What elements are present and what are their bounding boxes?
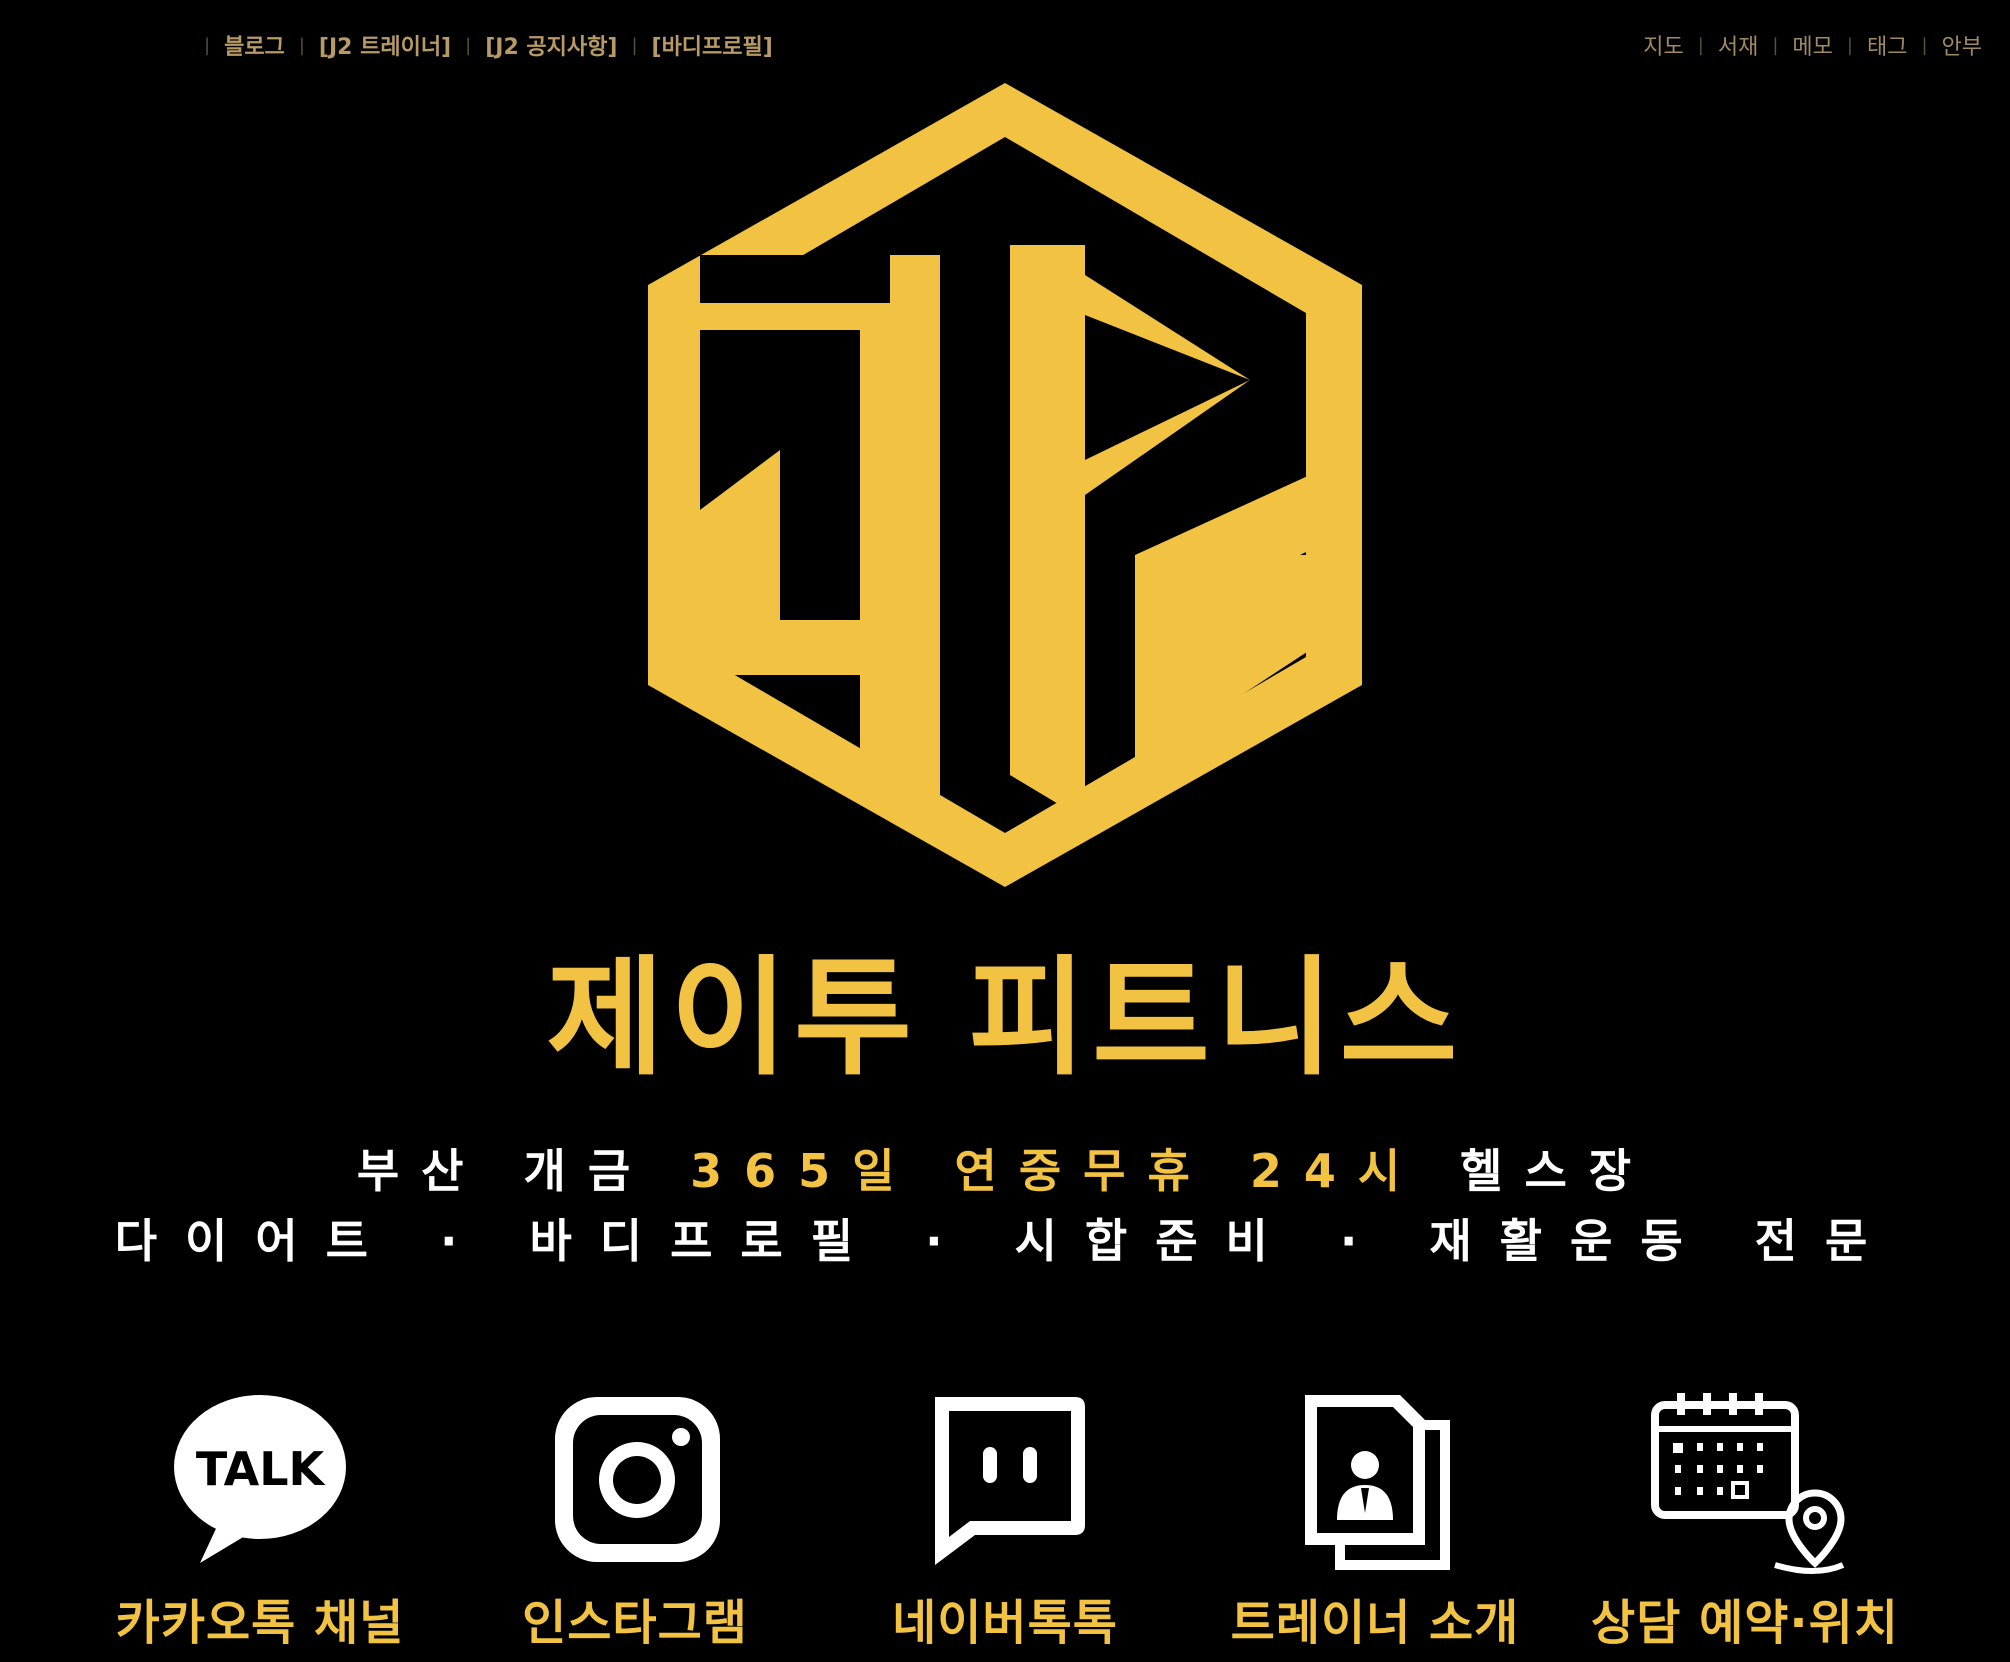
tagline-highlight: 365일 연중무휴 24시	[690, 1144, 1423, 1198]
nav-separator: |	[1921, 34, 1928, 56]
naver-talktalk-link[interactable]: 네이버톡톡	[845, 1385, 1165, 1655]
top-nav-right: 지도 | 서재 | 메모 | 태그 | 안부	[1643, 29, 1982, 61]
nav-separator: |	[298, 34, 305, 56]
top-nav-left: | 블로그 | [J2 트레이너] | [J2 공지사항] | [바디프로필]	[190, 29, 773, 61]
trainer-intro-label: 트레이너 소개	[1230, 1595, 1520, 1651]
quick-links: TALK 카카오톡 채널 인스타그램 네이버톡톡 트레이너 소개 상담 예약·위…	[0, 1385, 2010, 1655]
consult-reservation-location-link[interactable]: 상담 예약·위치	[1585, 1385, 1905, 1655]
nav-link-blog[interactable]: 블로그	[224, 29, 285, 61]
calendar-location-icon	[1651, 1393, 1845, 1574]
tagline-type: 헬스장	[1422, 1144, 1654, 1198]
instagram-icon	[555, 1397, 720, 1562]
j2-logo	[640, 75, 1370, 895]
nav-separator: |	[204, 34, 211, 56]
kakaotalk-icon-text: TALK	[196, 1442, 327, 1496]
kakaotalk-icon: TALK	[174, 1395, 346, 1563]
profile-document-icon	[1305, 1395, 1450, 1570]
naver-talktalk-label: 네이버톡톡	[892, 1595, 1118, 1651]
nav-link-memo[interactable]: 메모	[1792, 29, 1832, 61]
tagline-location: 부산 개금	[356, 1144, 691, 1198]
nav-separator: |	[1697, 34, 1704, 56]
tagline-specialties: 다이어트 · 바디프로필 · 시합준비 · 재활운동 전문	[114, 1214, 1896, 1268]
instagram-label: 인스타그램	[522, 1595, 748, 1651]
nav-separator: |	[1772, 34, 1779, 56]
nav-link-library[interactable]: 서재	[1718, 29, 1758, 61]
consult-reservation-location-label: 상담 예약·위치	[1591, 1595, 1899, 1651]
nav-link-j2-notice[interactable]: [J2 공지사항]	[485, 29, 617, 61]
nav-separator: |	[465, 34, 472, 56]
trainer-intro-link[interactable]: 트레이너 소개	[1215, 1385, 1535, 1655]
nav-link-guestbook[interactable]: 안부	[1942, 29, 1982, 61]
nav-link-tag[interactable]: 태그	[1867, 29, 1907, 61]
kakaotalk-channel-label: 카카오톡 채널	[115, 1595, 405, 1651]
tagline-primary: 부산 개금 365일 연중무휴 24시 헬스장	[0, 1148, 2010, 1194]
kakaotalk-channel-link[interactable]: TALK 카카오톡 채널	[100, 1385, 420, 1655]
instagram-link[interactable]: 인스타그램	[475, 1385, 795, 1655]
nav-link-body-profile[interactable]: [바디프로필]	[652, 29, 773, 61]
nav-separator: |	[631, 34, 638, 56]
j2-hexagon-logo-icon	[648, 83, 1362, 887]
nav-separator: |	[1846, 34, 1853, 56]
nav-link-map[interactable]: 지도	[1643, 29, 1683, 61]
brand-title: 제이투 피트니스	[546, 944, 1464, 1093]
nav-link-j2-trainer[interactable]: [J2 트레이너]	[319, 29, 451, 61]
naver-talktalk-icon	[935, 1397, 1085, 1565]
